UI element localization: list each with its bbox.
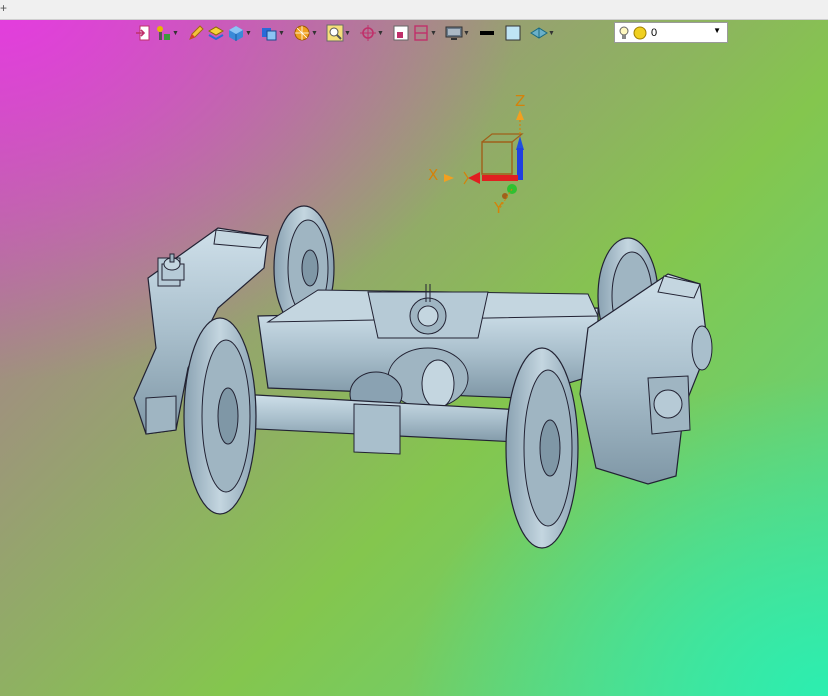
appearance-button[interactable]: ▼	[530, 22, 555, 44]
bogie-model[interactable]	[128, 198, 720, 554]
title-strip: +	[0, 0, 828, 20]
exit-view-button[interactable]	[134, 22, 152, 44]
chevron-down-icon[interactable]: ▼	[172, 24, 179, 42]
x-axis-handle[interactable]	[444, 174, 454, 182]
clip-plane-icon	[414, 25, 428, 41]
cube-button[interactable]: ▼	[227, 22, 252, 44]
cube-icon	[229, 26, 243, 41]
z-axis-label: Z	[515, 92, 525, 110]
zoom-fit-icon	[326, 24, 344, 42]
fill-color-icon	[505, 25, 521, 41]
x-axis-guide	[463, 171, 469, 185]
display-icon	[445, 26, 463, 40]
wheel-front-left	[183, 317, 257, 515]
appearance-icon	[530, 27, 548, 39]
view-cube-button[interactable]: ▼	[260, 22, 285, 44]
x-axis-line[interactable]	[482, 175, 518, 181]
pencil-icon	[189, 25, 204, 40]
pencil-button[interactable]	[187, 22, 205, 44]
render-sphere-icon	[294, 25, 310, 41]
chevron-down-icon[interactable]: ▼	[245, 24, 252, 42]
graphics-viewport[interactable]: + ▼ ▼ ▼ ▼ ▼ ▼ ▼ ▼ ▼ 0 ▼ Z X Y	[0, 0, 828, 696]
display-button[interactable]: ▼	[445, 22, 470, 44]
bulb-icon	[619, 26, 629, 39]
line-color-icon	[480, 31, 494, 35]
pivot-icon	[360, 25, 376, 41]
brush-icon	[157, 26, 170, 40]
triad-plane-xz	[481, 141, 513, 175]
light-sphere-icon	[633, 26, 647, 39]
zoom-fit-button[interactable]: ▼	[326, 22, 351, 44]
light-select[interactable]: 0 ▼	[614, 22, 728, 43]
view-toolbar: ▼ ▼ ▼ ▼ ▼ ▼ ▼ ▼ ▼	[134, 21, 555, 45]
brush-button[interactable]: ▼	[154, 22, 179, 44]
section-button[interactable]	[392, 22, 410, 44]
clip-plane-button[interactable]: ▼	[412, 22, 437, 44]
fill-color-button[interactable]	[504, 22, 522, 44]
line-color-button[interactable]	[478, 22, 496, 44]
view-cube-icon	[262, 28, 277, 41]
x-axis-arrowhead[interactable]	[468, 172, 480, 184]
chevron-down-icon[interactable]: ▼	[278, 24, 285, 42]
exit-view-icon	[136, 25, 150, 41]
render-sphere-button[interactable]: ▼	[293, 22, 318, 44]
chevron-down-icon[interactable]: ▼	[548, 24, 555, 42]
chevron-down-icon[interactable]: ▼	[377, 24, 384, 42]
chevron-down-icon[interactable]: ▼	[311, 24, 318, 42]
section-icon	[393, 25, 409, 41]
light-select-value: 0	[651, 26, 658, 39]
layer-stack-button[interactable]	[207, 22, 225, 44]
chevron-down-icon[interactable]: ▼	[430, 24, 437, 42]
add-icon[interactable]: +	[0, 1, 7, 15]
x-axis-label: X	[428, 166, 438, 184]
z-axis-handle[interactable]	[516, 110, 524, 120]
chevron-down-icon[interactable]: ▼	[344, 24, 351, 42]
chevron-down-icon[interactable]: ▼	[463, 24, 470, 42]
layer-stack-icon	[207, 26, 225, 41]
triad-plane-top	[481, 133, 524, 143]
chevron-down-icon[interactable]: ▼	[713, 26, 721, 35]
pivot-button[interactable]: ▼	[359, 22, 384, 44]
wheel-front-right	[505, 347, 579, 549]
